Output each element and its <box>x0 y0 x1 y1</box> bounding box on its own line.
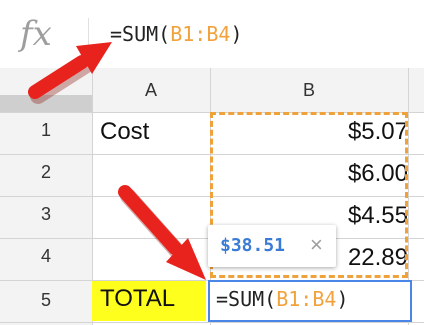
cell-formula-range: B1:B4 <box>276 287 337 311</box>
row-header-5[interactable]: 5 <box>0 290 92 311</box>
gridline <box>0 322 424 323</box>
formula-range: B1:B4 <box>170 22 231 46</box>
total-label: TOTAL <box>100 285 176 312</box>
corner-bar <box>0 95 92 112</box>
row-header-3[interactable]: 3 <box>0 204 92 225</box>
formula-prefix: =SUM( <box>110 22 171 46</box>
row-header-4[interactable]: 4 <box>0 246 92 267</box>
cell-formula-prefix: =SUM( <box>216 287 277 311</box>
fx-box: fx <box>0 0 88 68</box>
formula-bar-divider <box>88 18 89 50</box>
fx-icon: fx <box>20 14 52 54</box>
column-header-b[interactable]: B <box>210 68 408 112</box>
column-header-c[interactable] <box>408 68 424 112</box>
tooltip-value: $38.51 <box>220 235 286 256</box>
formula-suffix: ) <box>230 22 243 46</box>
row-header-1[interactable]: 1 <box>0 120 92 141</box>
column-header-a[interactable]: A <box>92 68 210 112</box>
formula-input[interactable]: =SUM(B1:B4) <box>110 19 242 49</box>
cell-formula-suffix: ) <box>336 287 349 311</box>
close-icon[interactable]: × <box>310 232 323 258</box>
row-header-2[interactable]: 2 <box>0 162 92 183</box>
arrow-to-active-cell <box>118 185 206 280</box>
cell-formula[interactable]: =SUM(B1:B4) <box>216 287 348 311</box>
cell-a1[interactable]: Cost <box>100 118 149 146</box>
